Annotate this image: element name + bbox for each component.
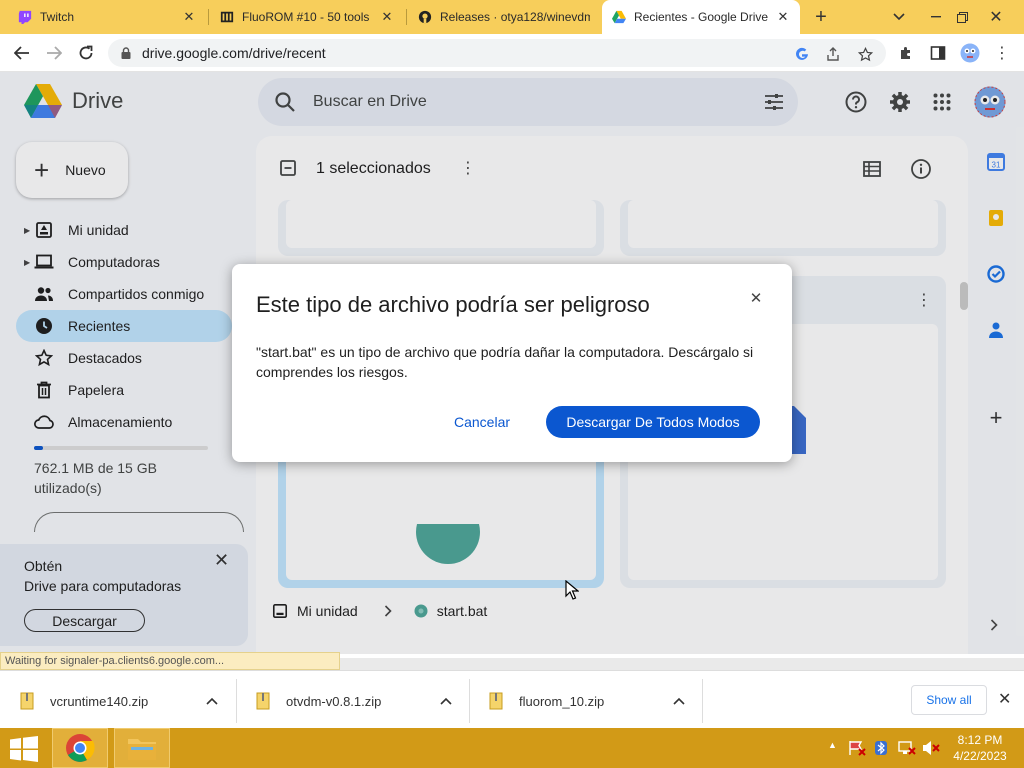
content-scrollbar-thumb[interactable] [960, 282, 968, 310]
tab-fluorom[interactable]: FluoROM #10 - 50 tools ✕ [210, 0, 404, 34]
back-arrow-icon[interactable] [10, 41, 34, 65]
zip-file-icon [256, 692, 270, 710]
download-filename: fluorom_10.zip [519, 693, 605, 709]
tray-flag-icon[interactable] [848, 740, 866, 759]
horizontal-scrollbar[interactable] [340, 658, 1024, 670]
tray-network-icon[interactable] [898, 740, 916, 759]
tray-bluetooth-icon[interactable] [874, 740, 888, 759]
browser-tab-strip: Twitch ✕ FluoROM #10 - 50 tools ✕ Releas… [0, 0, 1024, 34]
tab-twitch[interactable]: Twitch ✕ [8, 0, 206, 34]
taskbar-chrome[interactable] [52, 728, 108, 768]
twitch-icon [18, 10, 32, 24]
close-tab-icon[interactable]: ✕ [776, 9, 790, 25]
clock-date: 4/22/2023 [953, 749, 1007, 763]
chrome-icon [66, 734, 95, 762]
download-filename: otvdm-v0.8.1.zip [286, 693, 382, 709]
tab-title: Twitch [40, 10, 75, 24]
dangerous-file-dialog: Este tipo de archivo podría ser peligros… [232, 264, 792, 462]
zip-file-icon [489, 692, 503, 710]
tab-separator [406, 9, 407, 25]
dialog-message: "start.bat" es un tipo de archivo que po… [256, 344, 754, 380]
reload-icon[interactable] [74, 41, 98, 65]
zip-file-icon [20, 692, 34, 710]
tray-volume-icon[interactable] [922, 740, 940, 759]
extensions-puzzle-icon[interactable] [896, 43, 916, 63]
download-anyway-button[interactable]: Descargar De Todos Modos [546, 406, 760, 438]
lock-icon [121, 47, 131, 59]
mouse-cursor-icon [565, 580, 579, 600]
url-text: drive.google.com/drive/recent [142, 45, 326, 61]
downloads-shelf: vcruntime140.zip otvdm-v0.8.1.zip fluoro… [0, 670, 1024, 728]
tab-search-chevron-icon[interactable] [888, 0, 910, 34]
close-shelf-icon[interactable]: ✕ [998, 689, 1011, 709]
tab-google-drive[interactable]: Recientes - Google Drive ✕ [602, 0, 800, 34]
github-icon [418, 10, 432, 24]
taskbar-clock[interactable]: 8:12 PM 4/22/2023 [950, 732, 1010, 764]
fluorom-icon [220, 11, 234, 23]
download-item[interactable]: fluorom_10.zip [469, 679, 702, 723]
chevron-up-icon[interactable] [206, 694, 218, 708]
restore-icon[interactable] [952, 0, 972, 34]
close-tab-icon[interactable]: ✕ [380, 9, 394, 25]
tab-separator [208, 9, 209, 25]
windows-taskbar: ▲ 8:12 PM 4/22/2023 [0, 728, 1024, 768]
share-icon[interactable] [825, 46, 841, 62]
expand-side-panel-chevron-icon[interactable] [990, 618, 998, 634]
chevron-up-icon[interactable] [673, 694, 685, 708]
status-bar: Waiting for signaler-pa.clients6.google.… [0, 652, 340, 670]
windows-start-icon[interactable] [10, 736, 38, 762]
side-panel-icon[interactable] [928, 43, 948, 63]
bookmark-star-icon[interactable] [857, 46, 873, 62]
address-bar[interactable]: drive.google.com/drive/recent [108, 39, 886, 67]
close-tab-icon[interactable]: ✕ [182, 9, 196, 25]
chevron-up-icon[interactable] [440, 694, 452, 708]
download-item[interactable]: otvdm-v0.8.1.zip [236, 679, 469, 723]
close-window-icon[interactable]: ✕ [982, 0, 1010, 34]
download-filename: vcruntime140.zip [50, 693, 149, 709]
drive-icon [612, 10, 626, 24]
download-item[interactable]: vcruntime140.zip [0, 679, 236, 723]
tray-expand-icon[interactable]: ▲ [828, 740, 837, 750]
taskbar-file-explorer[interactable] [114, 728, 170, 768]
download-separator [702, 679, 703, 723]
minimize-icon[interactable] [926, 0, 946, 34]
tab-title: Recientes - Google Drive [634, 10, 769, 24]
tab-github[interactable]: Releases · otya128/winevdm [408, 0, 600, 34]
folder-icon [128, 739, 156, 760]
dialog-title: Este tipo de archivo podría ser peligros… [256, 292, 650, 317]
close-dialog-icon[interactable]: ✕ [748, 290, 764, 307]
cancel-button[interactable]: Cancelar [442, 406, 522, 438]
google-g-icon[interactable] [794, 46, 810, 62]
profile-avatar-icon[interactable] [960, 43, 980, 63]
browser-toolbar: drive.google.com/drive/recent ⋮ [0, 34, 1024, 72]
forward-arrow-icon[interactable] [42, 41, 66, 65]
show-all-downloads-button[interactable]: Show all [911, 685, 987, 715]
clock-time: 8:12 PM [957, 733, 1003, 747]
new-tab-icon[interactable]: + [808, 0, 834, 34]
tab-title: FluoROM #10 - 50 tools [242, 10, 370, 24]
browser-menu-kebab-icon[interactable]: ⋮ [992, 43, 1012, 63]
tab-title: Releases · otya128/winevdm [440, 10, 590, 24]
